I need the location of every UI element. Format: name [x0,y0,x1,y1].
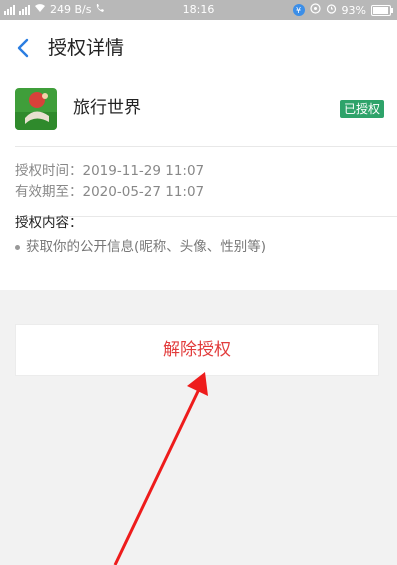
expiry-time: 有效期至：2020-05-27 11:07 [15,184,205,200]
auth-time: 授权时间：2019-11-29 11:07 [15,163,205,179]
status-bar: 249 B/s 18:16 ¥ 93% [0,0,397,20]
back-button[interactable] [10,34,38,62]
chevron-left-icon [17,38,29,58]
revoke-authorization-button[interactable]: 解除授权 [15,324,379,376]
divider [15,146,397,147]
shield-icon: ¥ [292,4,305,16]
auth-info: 授权时间：2019-11-29 11:07 有效期至：2020-05-27 11… [15,161,204,203]
auth-content-title: 授权内容： [15,215,83,231]
auth-content-section: 授权内容： 获取你的公开信息(昵称、头像、性别等) [15,213,266,257]
page-title: 授权详情 [48,37,125,59]
app-name: 旅行世界 [73,98,141,118]
screen: 249 B/s 18:16 ¥ 93% 授权详情 旅行世界 已授权 授权时间：2… [0,0,397,565]
status-badge: 已授权 [339,100,384,118]
app-row: 旅行世界 已授权 [0,86,397,142]
alarm-icon [326,3,337,17]
battery-icon [371,4,393,16]
app-logo [15,88,57,130]
bullet-icon [15,244,20,250]
header: 授权详情 [0,20,397,76]
battery-percent: 93% [341,3,366,17]
list-item: 获取你的公开信息(昵称、头像、性别等) [15,237,266,257]
arrow-line [113,384,203,565]
permission-text: 获取你的公开信息(昵称、头像、性别等) [26,239,267,255]
location-icon [309,3,321,17]
status-right: ¥ 93% [292,3,393,17]
